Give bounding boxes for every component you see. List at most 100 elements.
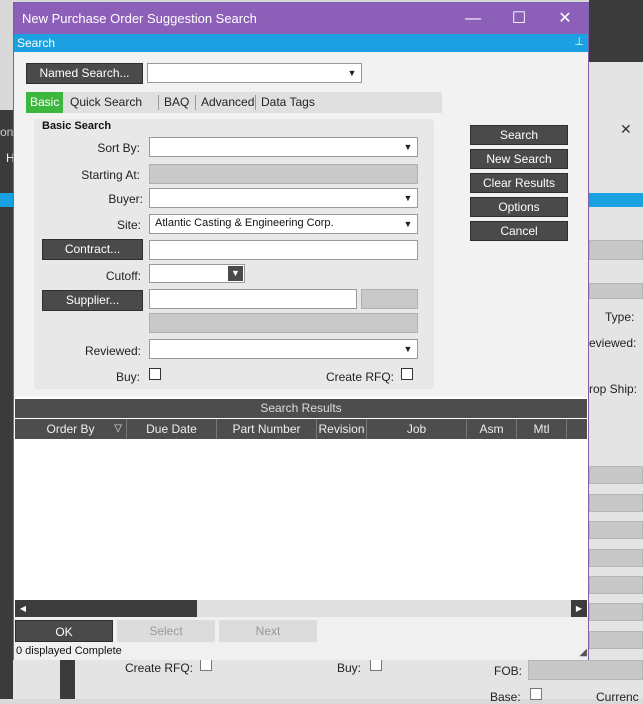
background-field <box>589 549 643 567</box>
reviewed-combo[interactable]: ▼ <box>149 339 418 359</box>
scrollbar-thumb[interactable] <box>31 600 197 617</box>
column-header-order-by[interactable]: Order By ▽ <box>15 419 127 439</box>
named-search-combo[interactable]: ▼ <box>147 63 362 83</box>
background-label-type: Type: <box>605 310 635 324</box>
chevron-down-icon[interactable]: ▼ <box>401 140 415 154</box>
sort-by-label: Sort By: <box>97 141 140 155</box>
tab-quick-search[interactable]: Quick Search <box>66 92 146 113</box>
create-rfq-checkbox[interactable] <box>401 368 413 380</box>
site-label: Site: <box>116 218 141 232</box>
column-header-asm[interactable]: Asm <box>467 419 517 439</box>
tab-baq[interactable]: BAQ <box>160 92 193 113</box>
scroll-left-icon[interactable]: ◀ <box>15 600 31 617</box>
background-accent-strip-right <box>589 193 643 207</box>
background-label-base: Base: <box>490 690 521 704</box>
buy-checkbox[interactable] <box>149 368 161 380</box>
cutoff-label: Cutoff: <box>105 269 141 283</box>
background-field <box>589 521 643 539</box>
search-button[interactable]: Search <box>470 125 568 145</box>
new-search-button[interactable]: New Search <box>470 149 568 169</box>
search-results-header: Search Results <box>15 399 587 418</box>
search-tabs: Basic Quick Search BAQ Advanced Data Tag… <box>26 92 442 113</box>
search-panel-title: Search <box>17 36 56 50</box>
contract-field[interactable] <box>149 240 418 260</box>
contract-button[interactable]: Contract... <box>42 239 143 260</box>
background-label-drop-ship: rop Ship: <box>589 382 638 396</box>
tab-basic[interactable]: Basic <box>26 92 64 113</box>
starting-at-field <box>149 164 418 184</box>
sort-by-combo[interactable]: ▼ <box>149 137 418 157</box>
minimize-icon[interactable]: — <box>450 3 496 34</box>
tab-divider <box>255 95 256 110</box>
buyer-combo[interactable]: ▼ <box>149 188 418 208</box>
column-header-part-number[interactable]: Part Number <box>217 419 317 439</box>
background-field <box>589 576 643 594</box>
supplier-id-field <box>361 289 418 309</box>
background-field <box>589 631 643 649</box>
clear-results-button[interactable]: Clear Results <box>470 173 568 193</box>
results-grid-body[interactable] <box>15 440 587 600</box>
background-fob-field <box>528 660 643 680</box>
column-header-due-date[interactable]: Due Date <box>127 419 217 439</box>
create-rfq-label: Create RFQ: <box>325 370 394 384</box>
background-field <box>589 466 643 484</box>
background-label-create-rfq: Create RFQ: <box>125 661 194 675</box>
background-label-on: on <box>0 125 14 139</box>
background-create-rfq-checkbox <box>200 659 212 671</box>
dialog-title: New Purchase Order Suggestion Search <box>22 11 257 26</box>
chevron-down-icon[interactable]: ▼ <box>401 191 415 205</box>
horizontal-scrollbar[interactable]: ◀ ▶ <box>15 600 587 617</box>
background-label-reviewed: eviewed: <box>589 336 637 350</box>
tab-data-tags[interactable]: Data Tags <box>257 92 319 113</box>
supplier-field[interactable] <box>149 289 357 309</box>
close-icon[interactable]: ✕ <box>542 3 588 34</box>
select-button[interactable]: Select <box>117 620 215 642</box>
buy-label: Buy: <box>115 370 140 384</box>
background-field <box>589 603 643 621</box>
chevron-down-icon[interactable]: ▼ <box>401 217 415 231</box>
column-header-extra <box>567 419 587 439</box>
background-label-buy: Buy: <box>337 661 362 675</box>
dialog-title-bar: New Purchase Order Suggestion Search — ☐… <box>14 3 588 34</box>
background-app-top-right <box>589 0 643 62</box>
background-close-icon: ✕ <box>620 121 632 137</box>
options-button[interactable]: Options <box>470 197 568 217</box>
background-field <box>589 240 643 260</box>
background-field <box>589 494 643 512</box>
column-label: Order By <box>46 422 95 436</box>
next-button[interactable]: Next <box>219 620 317 642</box>
supplier-name-field <box>149 313 418 333</box>
tab-advanced[interactable]: Advanced <box>197 92 258 113</box>
site-value: Atlantic Casting & Engineering Corp. <box>155 217 334 229</box>
background-accent-strip <box>0 193 13 207</box>
resize-grip-icon[interactable]: ◢ <box>579 647 587 658</box>
search-panel-header: Search ⊥ <box>14 34 588 52</box>
filter-icon[interactable]: ▽ <box>114 419 122 439</box>
column-header-revision[interactable]: Revision <box>317 419 367 439</box>
site-combo[interactable]: Atlantic Casting & Engineering Corp. ▼ <box>149 214 418 234</box>
pin-icon[interactable]: ⊥ <box>574 35 584 48</box>
background-field <box>589 283 643 299</box>
background-base-checkbox <box>530 688 542 700</box>
column-header-mtl[interactable]: Mtl <box>517 419 567 439</box>
cancel-button[interactable]: Cancel <box>470 221 568 241</box>
chevron-down-icon[interactable]: ▼ <box>345 66 359 80</box>
cutoff-date-picker[interactable]: ▼ <box>149 264 245 283</box>
background-label-fob: FOB: <box>494 664 523 678</box>
maximize-icon[interactable]: ☐ <box>496 3 542 34</box>
calendar-dropdown-icon[interactable]: ▼ <box>228 266 243 281</box>
scroll-right-icon[interactable]: ▶ <box>571 600 587 617</box>
supplier-button[interactable]: Supplier... <box>42 290 143 311</box>
named-search-button[interactable]: Named Search... <box>26 63 143 84</box>
basic-search-title: Basic Search <box>42 120 112 132</box>
column-header-job[interactable]: Job <box>367 419 467 439</box>
chevron-down-icon[interactable]: ▼ <box>401 342 415 356</box>
tab-divider <box>195 95 196 110</box>
ok-button[interactable]: OK <box>15 620 113 642</box>
background-buy-checkbox <box>370 659 382 671</box>
reviewed-label: Reviewed: <box>84 344 141 358</box>
buyer-label: Buyer: <box>108 192 143 206</box>
background-bottom-sidebar <box>60 660 75 699</box>
status-text: 0 displayed Complete <box>16 645 122 657</box>
tab-divider <box>158 95 159 110</box>
